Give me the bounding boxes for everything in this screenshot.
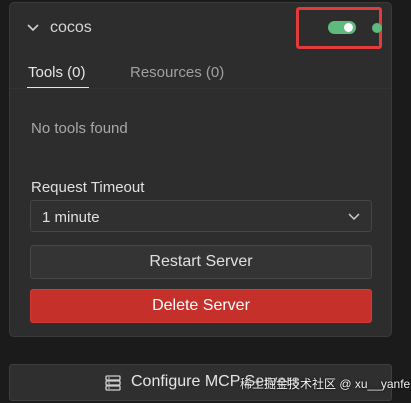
chevron-down-icon[interactable]	[25, 19, 41, 35]
watermark: 稀土掘金技术社区 @ xu__yanfeng	[240, 377, 411, 391]
server-icon	[105, 375, 121, 391]
server-status-indicator	[372, 23, 382, 33]
toggle-knob	[344, 23, 353, 32]
tools-empty-message: No tools found	[31, 120, 128, 137]
tabs-divider	[10, 88, 391, 89]
request-timeout-label: Request Timeout	[31, 179, 145, 196]
tab-tools[interactable]: Tools (0)	[28, 64, 86, 81]
server-header[interactable]: cocos	[10, 3, 391, 53]
tab-resources[interactable]: Resources (0)	[130, 64, 224, 81]
server-name: cocos	[50, 19, 92, 36]
request-timeout-value: 1 minute	[42, 209, 100, 226]
chevron-down-icon	[348, 213, 360, 221]
request-timeout-select[interactable]: 1 minute	[30, 200, 372, 232]
server-enabled-toggle[interactable]	[328, 21, 356, 34]
mcp-server-card: cocos Tools (0) Resources (0) No tools f…	[9, 2, 392, 337]
delete-server-button[interactable]: Delete Server	[30, 289, 372, 323]
restart-server-button[interactable]: Restart Server	[30, 245, 372, 279]
